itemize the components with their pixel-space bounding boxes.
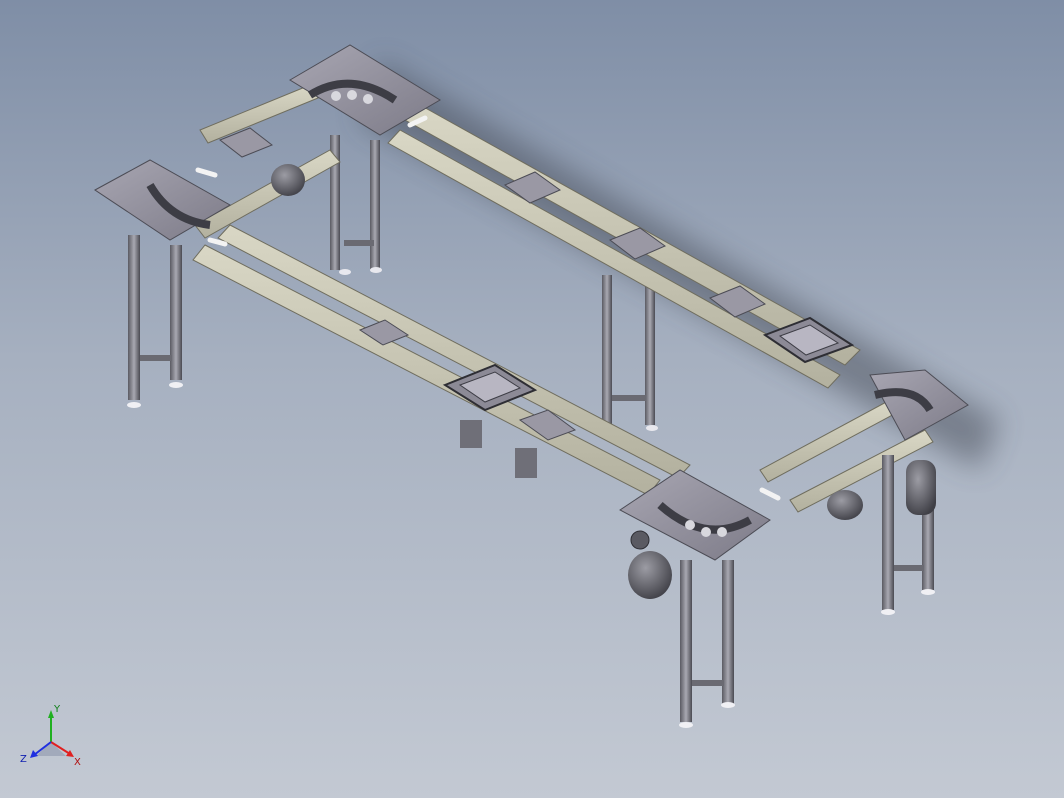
triad-z-label: Z <box>20 754 27 765</box>
triad-y-label: Y <box>53 704 61 715</box>
front-legs <box>127 235 935 728</box>
view-orientation-triad[interactable]: Y X Z <box>18 700 88 770</box>
triad-x-label: X <box>74 757 81 768</box>
conveyor-frame-model[interactable] <box>0 0 1064 798</box>
cad-viewport[interactable]: Y X Z <box>0 0 1064 798</box>
rail-left-short <box>194 84 341 239</box>
